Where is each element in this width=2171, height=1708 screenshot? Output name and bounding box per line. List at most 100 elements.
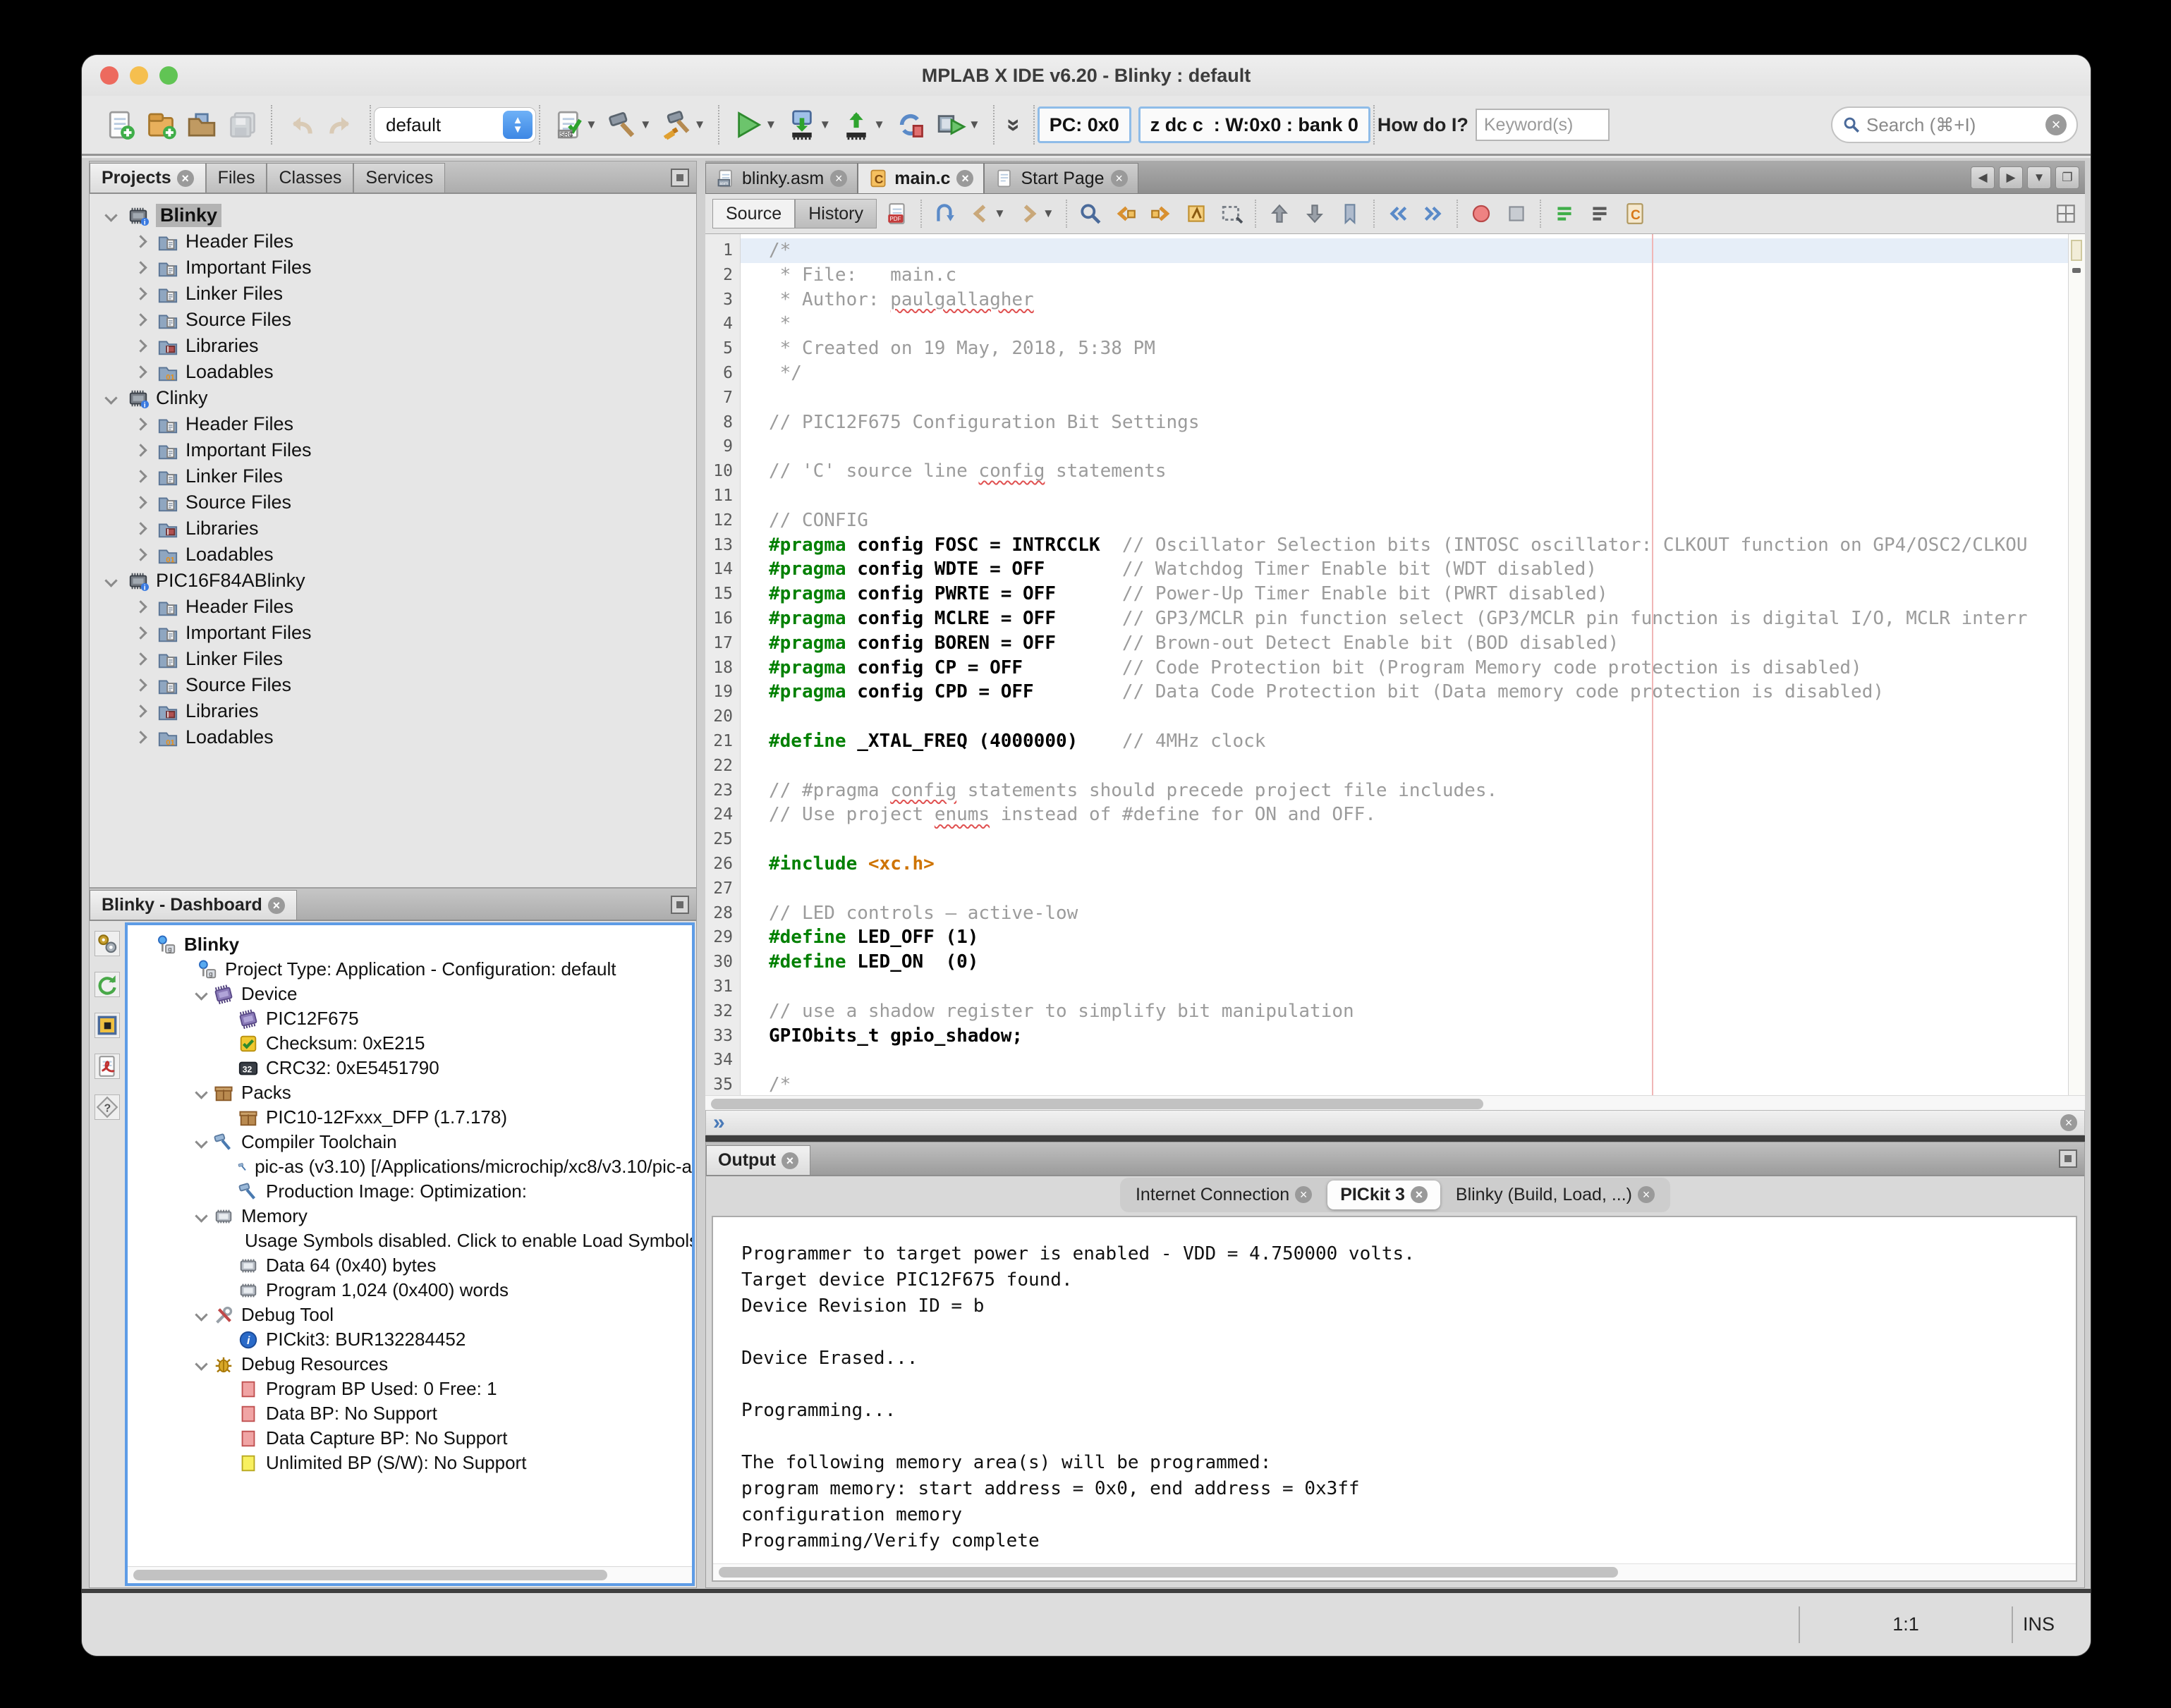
chevron-right-icon[interactable] [134,652,147,665]
chevron-right-icon[interactable] [134,313,147,326]
tree-item-libraries[interactable]: Libraries [90,333,696,359]
source-button[interactable]: Source [712,199,795,228]
code-line-27[interactable] [741,877,2068,901]
gears-button[interactable] [95,931,120,959]
code-line-18[interactable]: #pragma config CP = OFF // Code Protecti… [741,656,2068,681]
split-editor-icon[interactable] [2054,202,2078,226]
new-project-button[interactable] [142,106,179,143]
code-line-5[interactable]: * Created on 19 May, 2018, 5:38 PM [741,336,2068,361]
code-area[interactable]: /* * File: main.c * Author: paulgallaghe… [741,234,2068,1095]
chevron-down-icon[interactable] [195,987,207,1000]
code-line-25[interactable] [741,827,2068,852]
code-line-8[interactable]: // PIC12F675 Configuration Bit Settings [741,410,2068,435]
bookmark-button[interactable] [1335,199,1365,228]
code-line-4[interactable]: * [741,312,2068,336]
set-config-button[interactable]: SRC▼ [550,106,600,143]
shift-right-button[interactable] [1418,199,1448,228]
pdf-doc-button[interactable] [95,1054,120,1082]
chevron-down-icon[interactable] [195,1209,207,1222]
code-line-14[interactable]: #pragma config WDTE = OFF // Watchdog Ti… [741,557,2068,582]
dashboard-item[interactable]: Packs [128,1080,692,1105]
code-line-24[interactable]: // Use project enums instead of #define … [741,803,2068,827]
code-line-2[interactable]: * File: main.c [741,263,2068,288]
dashboard-item[interactable]: PIC12F675 [128,1006,692,1031]
pdf-button[interactable]: PDF [882,199,912,228]
nav-last-button[interactable] [930,199,960,228]
clear-search-icon[interactable]: × [2045,114,2067,135]
horizontal-splitter[interactable] [705,1135,2085,1142]
chevron-right-icon[interactable] [134,626,147,639]
chevron-down-icon[interactable] [104,391,117,404]
dashboard-item[interactable]: Unlimited BP (S/W): No Support [128,1451,692,1475]
chevron-down-icon[interactable] [195,1358,207,1370]
chevron-right-icon[interactable] [134,365,147,378]
chevron-right-icon[interactable] [134,522,147,535]
code-line-13[interactable]: #pragma config FOSC = INTRCCLK // Oscill… [741,533,2068,558]
close-icon[interactable]: × [956,170,973,187]
code-line-21[interactable]: #define _XTAL_FREQ (4000000) // 4MHz clo… [741,729,2068,754]
rect-select-button[interactable] [1217,199,1246,228]
redo-button[interactable] [323,106,360,143]
code-line-16[interactable]: #pragma config MCLRE = OFF // GP3/MCLR p… [741,606,2068,631]
dashboard-item[interactable]: Compiler Toolchain [128,1130,692,1154]
dashboard-item[interactable]: 32CRC32: 0xE5451790 [128,1056,692,1080]
undo-button[interactable] [282,106,319,143]
build-button[interactable]: ▼ [604,106,655,143]
scroll-left-icon[interactable]: ◀ [1971,166,1995,189]
dashboard-item[interactable]: Data Capture BP: No Support [128,1426,692,1451]
help-button[interactable]: ? [95,1094,120,1123]
record-button[interactable] [1466,199,1496,228]
shift-left-button[interactable] [1383,199,1413,228]
dashboard-item[interactable]: Program 1,024 (0x400) words [128,1278,692,1303]
chevron-right-icon[interactable] [134,287,147,300]
history-button[interactable]: History [795,199,877,228]
chevron-right-icon[interactable] [134,678,147,691]
editor-tab-blinky-asm[interactable]: asmblinky.asm× [705,163,858,193]
console-hscrollbar[interactable] [713,1563,2076,1580]
tab-files[interactable]: Files [206,163,267,193]
code-line-15[interactable]: #pragma config PWRTE = OFF // Power-Up T… [741,582,2068,606]
code-line-23[interactable]: // #pragma config statements should prec… [741,779,2068,803]
chevron-right-icon[interactable] [134,417,147,430]
dashboard-item[interactable]: iUsage Symbols disabled. Click to enable… [128,1228,692,1253]
dashboard-item[interactable]: pic-as (v3.10) [/Applications/microchip/… [128,1154,692,1179]
chevron-right-icon[interactable] [134,470,147,482]
code-line-17[interactable]: #pragma config BOREN = OFF // Brown-out … [741,631,2068,656]
dashboard-item[interactable]: Device [128,982,692,1006]
pc-register-box[interactable]: PC: 0x0 [1038,106,1131,143]
configuration-select[interactable]: default▲▼ [374,107,536,142]
dashboard-item[interactable]: Data 64 (0x40) bytes [128,1253,692,1278]
close-icon[interactable]: × [1411,1186,1428,1203]
code-line-9[interactable] [741,434,2068,459]
restore-window-icon[interactable] [671,896,689,914]
code-line-32[interactable]: // use a shadow register to simplify bit… [741,999,2068,1024]
tree-item-loadables[interactable]: 01Loadables [90,724,696,750]
code-line-28[interactable]: // LED controls — active-low [741,901,2068,926]
chevron-down-icon[interactable] [195,1135,207,1148]
output-tab-internet-connection[interactable]: Internet Connection× [1123,1181,1325,1209]
expand-icon[interactable]: » [713,1111,725,1135]
dashboard-item[interactable]: Memory [128,1204,692,1228]
chevron-down-icon[interactable] [104,574,117,587]
editor-tab-start-page[interactable]: Start Page× [984,163,1138,193]
maximize-icon[interactable]: ❐ [2055,166,2079,189]
run-button[interactable]: ▼ [729,106,779,143]
tree-item-pic16f84ablinky[interactable]: iPIC16F84ABlinky [90,568,696,594]
code-line-12[interactable]: // CONFIG [741,508,2068,533]
code-line-20[interactable] [741,704,2068,729]
close-icon[interactable]: × [2060,1114,2077,1131]
code-line-34[interactable] [741,1048,2068,1073]
refresh-debug-button[interactable] [892,106,929,143]
error-stripe[interactable] [2068,234,2085,1095]
tab-dashboard[interactable]: Blinky - Dashboard × [90,890,297,920]
code-line-35[interactable]: /* [741,1073,2068,1095]
tree-item-libraries[interactable]: Libraries [90,516,696,542]
chevron-right-icon[interactable] [134,339,147,352]
code-line-19[interactable]: #pragma config CPD = OFF // Data Code Pr… [741,680,2068,704]
code-line-26[interactable]: #include <xc.h> [741,852,2068,877]
search-input[interactable]: Search (⌘+I)× [1831,106,2078,143]
editor-tab-main-c[interactable]: Cmain.c× [858,163,984,193]
tree-item-loadables[interactable]: 01Loadables [90,359,696,385]
code-line-29[interactable]: #define LED_OFF (1) [741,925,2068,950]
chevron-down-icon[interactable] [104,209,117,221]
